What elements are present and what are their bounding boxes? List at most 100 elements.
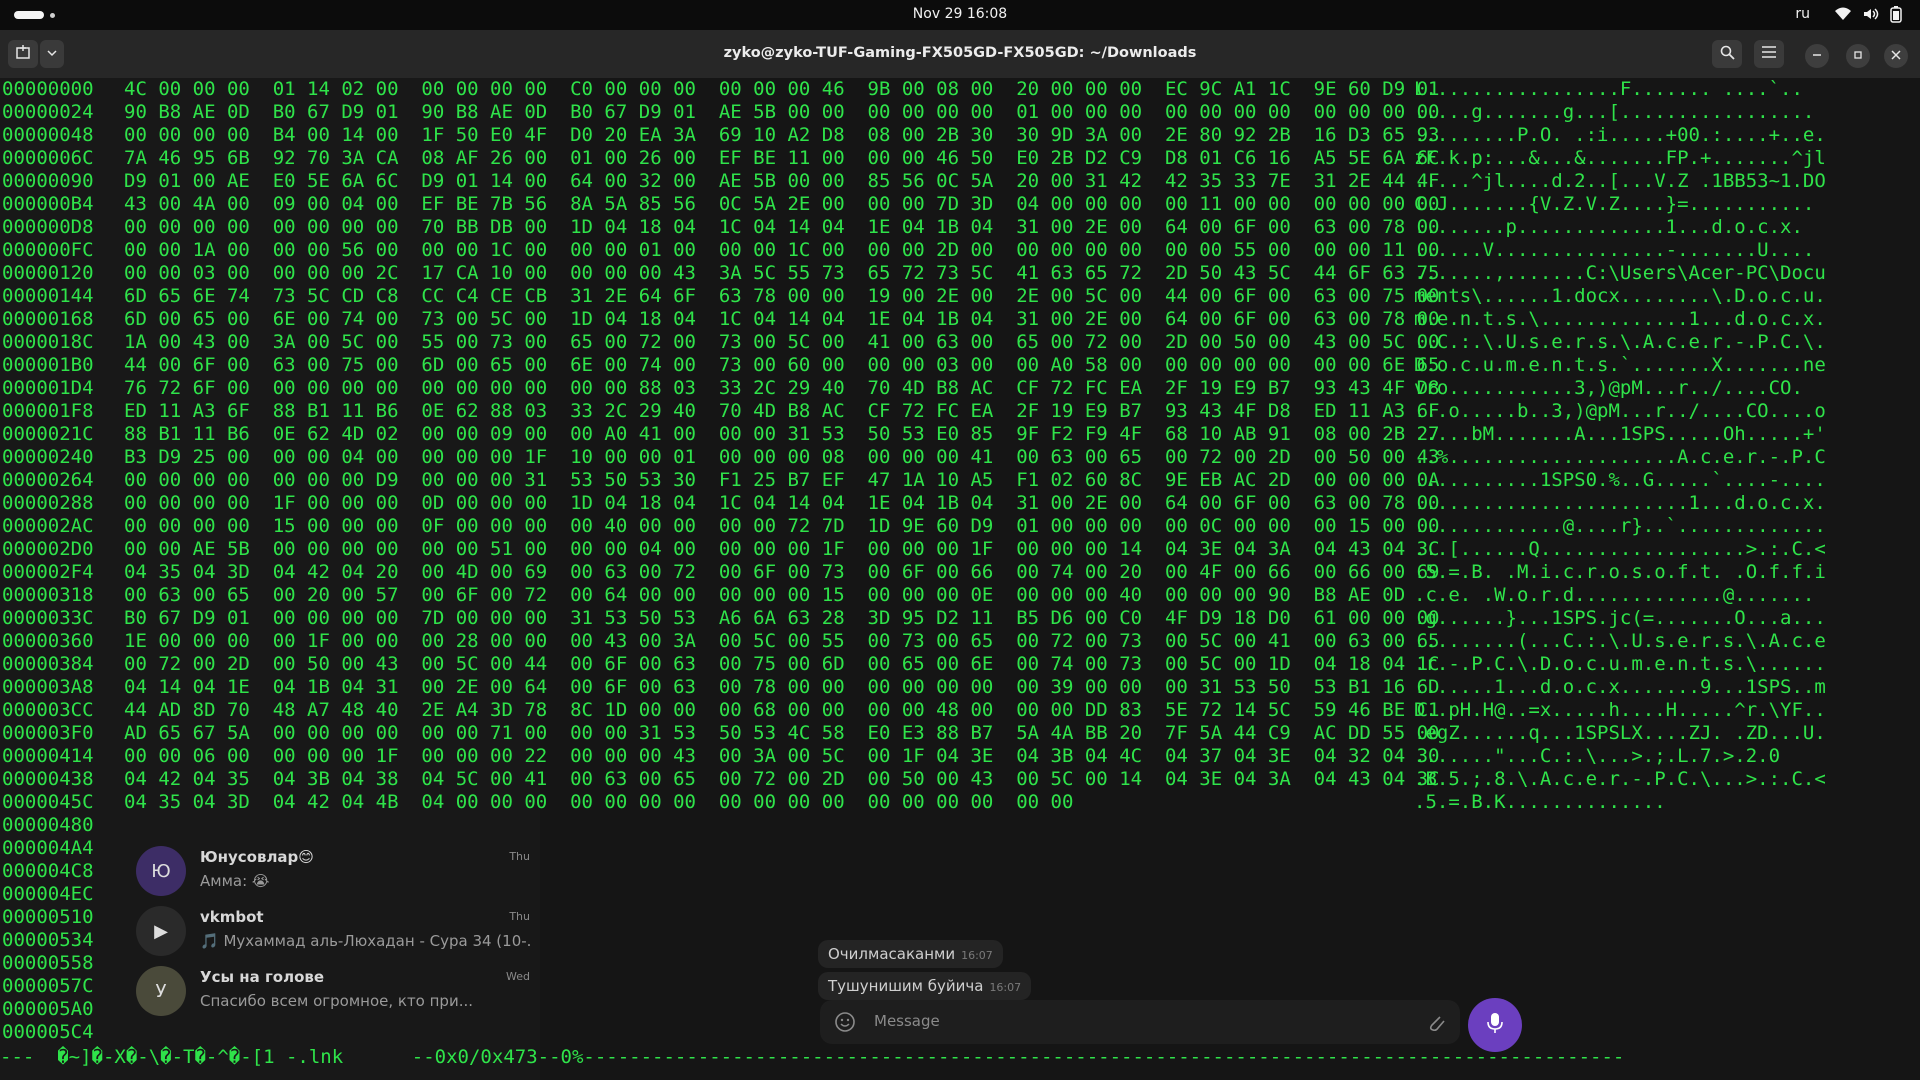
hex-row: 00000360 1E 00 00 00 00 1F 00 00 00 28 00…	[0, 630, 1920, 653]
hex-offset: 00000360	[2, 630, 94, 652]
hex-bytes: ED 11 A3 6F 88 B1 11 B6 0E 62 88 03 33 2…	[124, 400, 1440, 422]
hex-ascii: .........(...C.:.\.U.s.e.r.s.\.A.c.e	[1414, 630, 1826, 652]
hex-offset: 000001B0	[2, 354, 94, 376]
restore-icon	[1853, 49, 1863, 63]
hex-bytes: 00 72 00 2D 00 50 00 43 00 5C 00 44 00 6…	[124, 653, 1440, 675]
volume-icon	[1862, 5, 1880, 27]
hex-offset: 00000144	[2, 285, 94, 307]
hex-row: 0000006C 7A 46 95 6B 92 70 3A CA 08 AF 26…	[0, 147, 1920, 170]
hex-row: 000003A8 04 14 04 1E 04 1B 04 31 00 2E 00…	[0, 676, 1920, 699]
hex-offset: 000001D4	[2, 377, 94, 399]
hex-ascii: ........................1...d.o.c.x.	[1414, 492, 1826, 514]
hex-ascii: zF.k.p:...&...&.......FP.+.......^jl	[1414, 147, 1826, 169]
hex-offset: 00000264	[2, 469, 94, 491]
hex-row: 00000048 00 00 00 00 B4 00 14 00 1F 50 E0…	[0, 124, 1920, 147]
system-tray[interactable]	[1834, 5, 1902, 27]
hex-row: 000002D0 00 00 AE 5B 00 00 00 00 00 00 51…	[0, 538, 1920, 561]
hex-ascii: .B.5.;.8.\.A.c.e.r.-.P.C.\...>.:.C.<	[1414, 768, 1826, 790]
hex-offset: 0000057C	[2, 975, 94, 997]
hex-ascii: .5.=.B.K..............	[1414, 791, 1666, 813]
hex-bytes: 76 72 6F 00 00 00 00 00 00 00 00 00 00 0…	[124, 377, 1440, 399]
hex-offset: 0000018C	[2, 331, 94, 353]
hex-ascii: D..pH.H@..=x.....h....H.....^r.\YF..	[1414, 699, 1826, 721]
hex-row: 00000264 00 00 00 00 00 00 00 D9 00 00 00…	[0, 469, 1920, 492]
hamburger-icon	[1762, 46, 1776, 62]
terminal-titlebar: zyko@zyko-TUF-Gaming-FX505GD-FX505GD: ~/…	[0, 30, 1920, 78]
hex-ascii: ments\......1.docx........\.D.o.c.u.	[1414, 285, 1826, 307]
hex-row: 000001B0 44 00 6F 00 63 00 75 00 6D 00 65…	[0, 354, 1920, 377]
hex-row: 00000534	[0, 929, 1920, 952]
hex-bytes: 6D 00 65 00 6E 00 74 00 73 00 5C 00 1D 0…	[124, 308, 1440, 330]
keyboard-layout-indicator[interactable]: ru	[1795, 6, 1810, 22]
hex-ascii: .....bM.......A...1SPS.....Oh.....+'	[1414, 423, 1826, 445]
hex-ascii: ...........1SPS0.%..G.....`....-....	[1414, 469, 1826, 491]
hex-bytes: 90 B8 AE 0D B0 67 D9 01 90 B8 AE 0D B0 6…	[124, 101, 1440, 123]
hex-row: 00000120 00 00 03 00 00 00 00 2C 17 CA 10…	[0, 262, 1920, 285]
hex-viewer[interactable]: 00000000 4C 00 00 00 01 14 02 00 00 00 00…	[0, 78, 1920, 1060]
hex-ascii: ......."...C.:.\...>.;.L.7.>.2.0	[1414, 745, 1781, 767]
hex-offset: 0000033C	[2, 607, 94, 629]
hex-bytes: AD 65 67 5A 00 00 00 00 00 00 71 00 00 0…	[124, 722, 1440, 744]
hex-offset: 00000240	[2, 446, 94, 468]
hexview-status-line: --- �~]�-X�-\�-T�-^�-[1 -.lnk --0x0/0x47…	[0, 1046, 1625, 1068]
hex-offset: 00000318	[2, 584, 94, 606]
hex-offset: 000002D0	[2, 538, 94, 560]
minimize-button[interactable]	[1805, 44, 1829, 68]
hex-bytes: 00 00 06 00 00 00 00 1F 00 00 00 22 00 0…	[124, 745, 1440, 767]
hex-ascii: .......,.......C:\Users\Acer-PC\Docu	[1414, 262, 1826, 284]
hex-offset: 000002F4	[2, 561, 94, 583]
hex-ascii: m.e.n.t.s.\.............1...d.o.c.x.	[1414, 308, 1826, 330]
hex-ascii: ..C.:.\.U.s.e.r.s.\.A.c.e.r.-.P.C.\.	[1414, 331, 1826, 353]
hex-row: 000002AC 00 00 00 00 15 00 00 00 0F 00 00…	[0, 515, 1920, 538]
hex-ascii: L.................F....... ....`..	[1414, 78, 1803, 100]
hex-row: 00000414 00 00 06 00 00 00 00 1F 00 00 00…	[0, 745, 1920, 768]
hex-offset: 00000414	[2, 745, 94, 767]
close-button[interactable]	[1884, 44, 1908, 68]
hex-ascii: .egZ......q...1SPSLX....ZJ. .ZD...U.	[1414, 722, 1826, 744]
hex-bytes: 6D 65 6E 74 73 5C CD C8 CC C4 CE CB 31 2…	[124, 285, 1440, 307]
hex-row: 00000510	[0, 906, 1920, 929]
hex-offset: 00000534	[2, 929, 94, 951]
hex-bytes: B0 67 D9 01 00 00 00 00 7D 00 00 00 31 5…	[124, 607, 1440, 629]
hex-bytes: 00 00 00 00 15 00 00 00 0F 00 00 00 00 4…	[124, 515, 1440, 537]
hex-ascii: .....^jl....d.2..[...V.Z .1BB53~1.DO	[1414, 170, 1826, 192]
hex-bytes: 04 42 04 35 04 3B 04 38 04 5C 00 41 00 6…	[124, 768, 1440, 790]
hex-row: 00000168 6D 00 65 00 6E 00 74 00 73 00 5C…	[0, 308, 1920, 331]
hex-offset: 000000FC	[2, 239, 94, 261]
hex-offset: 00000120	[2, 262, 94, 284]
maximize-button[interactable]	[1846, 44, 1870, 68]
hex-row: 000004EC	[0, 883, 1920, 906]
hex-offset: 0000021C	[2, 423, 94, 445]
hex-bytes: 04 14 04 1E 04 1B 04 31 00 2E 00 64 00 6…	[124, 676, 1440, 698]
hex-ascii: .5.=.B. .M.i.c.r.o.s.o.f.t. .O.f.f.i	[1414, 561, 1826, 583]
hex-row: 00000558	[0, 952, 1920, 975]
system-top-bar: Nov 29 16:08 ru	[0, 0, 1920, 30]
hex-bytes: 44 00 6F 00 63 00 75 00 6D 00 65 00 6E 0…	[124, 354, 1440, 376]
battery-icon	[1890, 5, 1902, 27]
hex-offset: 00000384	[2, 653, 94, 675]
hex-row: 00000480	[0, 814, 1920, 837]
hex-bytes: 4C 00 00 00 01 14 02 00 00 00 00 00 C0 0…	[124, 78, 1440, 100]
hamburger-menu-button[interactable]	[1754, 40, 1784, 68]
hex-offset: 000005C4	[2, 1021, 94, 1043]
hex-ascii: .............@....r}..`.............	[1414, 515, 1826, 537]
hex-row: 000001D4 76 72 6F 00 00 00 00 00 00 00 00…	[0, 377, 1920, 400]
search-button[interactable]	[1712, 40, 1742, 68]
hex-ascii: .g......}...1SPS.jc(=.......O...a...	[1414, 607, 1826, 629]
hex-bytes: 04 35 04 3D 04 42 04 20 00 4D 00 69 00 6…	[124, 561, 1440, 583]
hex-row: 00000288 00 00 00 00 1F 00 00 00 0D 00 00…	[0, 492, 1920, 515]
close-icon	[1891, 49, 1901, 63]
hex-ascii: ...o.....b..3,)@pM...r../....CO....o	[1414, 400, 1826, 422]
hex-ascii: .....g.......g...[.................	[1414, 101, 1815, 123]
hex-row: 00000024 90 B8 AE 0D B0 67 D9 01 90 B8 AE…	[0, 101, 1920, 124]
hex-row: 000004A4	[0, 837, 1920, 860]
hex-row: 000000FC 00 00 1A 00 00 00 56 00 00 00 1C…	[0, 239, 1920, 262]
hex-offset: 000004EC	[2, 883, 94, 905]
hex-bytes: 00 00 00 00 00 00 00 D9 00 00 00 31 53 5…	[124, 469, 1440, 491]
clock[interactable]: Nov 29 16:08	[0, 6, 1920, 22]
hex-offset: 000003CC	[2, 699, 94, 721]
hex-offset: 00000090	[2, 170, 94, 192]
hex-offset: 00000048	[2, 124, 94, 146]
hex-offset: 00000558	[2, 952, 94, 974]
hex-ascii: ...[......Q..................>.:.C.<	[1414, 538, 1826, 560]
